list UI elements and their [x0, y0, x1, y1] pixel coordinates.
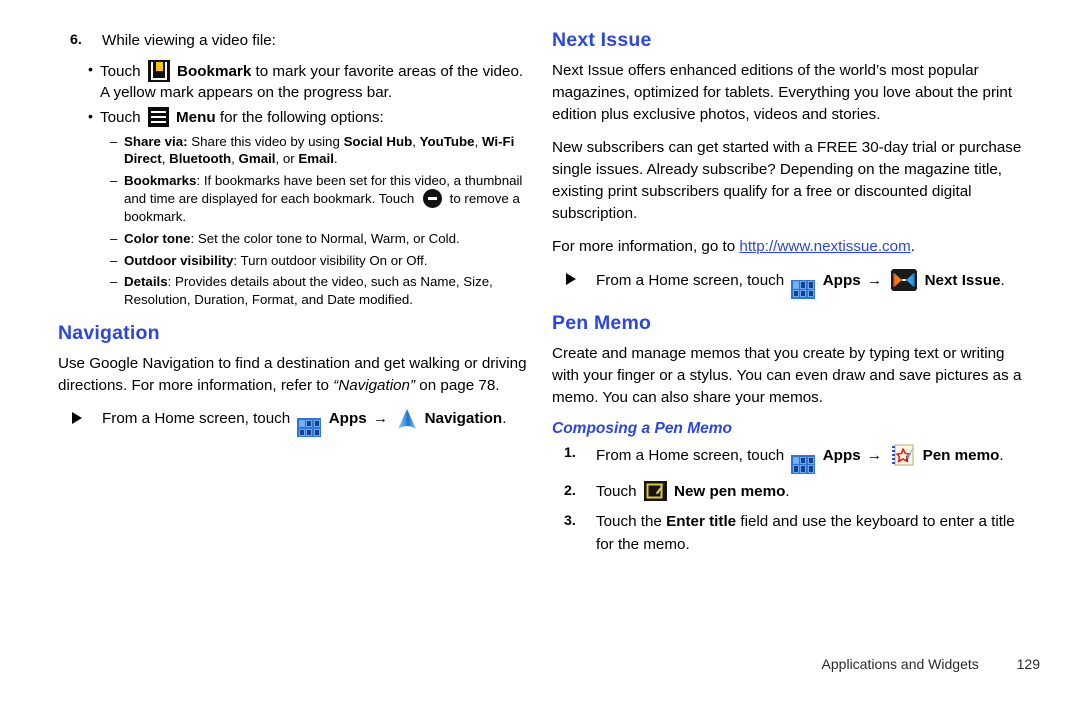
apps-label: Apps [822, 446, 861, 464]
share-item-bluetooth: Bluetooth [169, 151, 232, 167]
step-6-number: 6. [70, 32, 82, 48]
dash-marker: – [110, 274, 118, 290]
next-issue-paragraph-2: New subscribers can get started with a F… [552, 139, 1022, 222]
share-item-email: Email [298, 151, 334, 167]
arrow-separator: → [866, 271, 883, 289]
next-issue-paragraph-3: For more information, go to http://www.n… [552, 236, 1022, 258]
bullet-bookmark: • Touch Bookmark to mark your favorite a… [58, 59, 528, 104]
arrow-separator: → [372, 410, 389, 428]
option-color-tone-text: : Set the color tone to Normal, Warm, or… [190, 230, 460, 246]
dash-marker: – [110, 252, 118, 268]
arrow-marker-icon [566, 272, 576, 285]
navigation-instruction-period: . [502, 410, 507, 428]
bullet-menu: • Touch Menu for the following options: [58, 107, 528, 128]
next-issue-link-lead: For more information, go to [552, 237, 740, 255]
next-issue-link-tail: . [910, 237, 915, 255]
pen-memo-step-2-number: 2. [564, 483, 576, 500]
next-issue-app-label: Next Issue [924, 271, 1001, 289]
new-pen-memo-icon[interactable] [643, 481, 667, 502]
option-details-text: : Provides details about the video, such… [124, 274, 493, 308]
pen-memo-paragraph-1: Create and manage memos that you create … [552, 345, 1022, 407]
share-item-social-hub: Social Hub [343, 133, 413, 149]
next-issue-icon[interactable] [891, 268, 918, 291]
navigation-paragraph-part2: on page 78. [415, 377, 500, 395]
bullet-menu-rest: for the following options: [219, 109, 384, 127]
share-item-youtube: YouTube [419, 133, 475, 149]
footer-section-title: Applications and Widgets [821, 656, 979, 672]
navigation-paragraph-italic: “Navigation” [333, 377, 416, 395]
option-share-via: – Share via: Share this video by using S… [110, 133, 515, 167]
apps-grid-icon[interactable] [297, 418, 322, 438]
option-share-via-text: Share this video by using [191, 133, 340, 149]
menu-icon [147, 107, 169, 128]
bullet-dot: • [88, 60, 93, 77]
next-issue-paragraph-1: Next Issue offers enhanced editions of t… [552, 62, 1013, 124]
navigation-icon[interactable] [397, 408, 417, 430]
pen-memo-step-2-period: . [785, 483, 790, 501]
share-conjunction: or [282, 151, 295, 167]
option-details-label: Details [124, 274, 168, 290]
navigation-paragraph: Use Google Navigation to find a destinat… [58, 353, 528, 397]
option-details: – Details: Provides details about the vi… [58, 273, 528, 309]
option-color-tone: – Color tone: Set the color tone to Norm… [58, 230, 528, 248]
right-column: Next Issue Next Issue offers enhanced ed… [552, 29, 1022, 564]
share-item-gmail: Gmail [238, 151, 276, 167]
next-issue-instruction: From a Home screen, touch Apps → Next Is… [552, 268, 1022, 299]
pen-memo-step-1-period: . [999, 446, 1004, 464]
page-footer: Applications and Widgets 129 [0, 656, 1080, 672]
apps-grid-icon[interactable] [791, 455, 816, 475]
new-pen-memo-label: New pen memo [674, 483, 786, 501]
pen-memo-step-3-number: 3. [564, 513, 576, 530]
heading-navigation: Navigation [58, 321, 160, 344]
arrow-marker-icon [72, 412, 82, 425]
pen-memo-step-2: 2. Touch New pen memo. [552, 481, 1022, 504]
pen-memo-step-1-number: 1. [564, 444, 576, 461]
option-outdoor-visibility-label: Outdoor visibility [124, 252, 234, 268]
pen-memo-step-1: 1. From a Home screen, touch Apps → Pen … [552, 443, 1022, 475]
dash-marker: – [110, 133, 118, 149]
pen-memo-step-3: 3. Touch the Enter title field and use t… [552, 511, 1022, 557]
navigation-instruction-lead: From a Home screen, touch [102, 410, 291, 428]
bullet-bookmark-label: Bookmark [177, 62, 252, 80]
option-bookmarks-label: Bookmarks [124, 173, 197, 189]
option-outdoor-visibility-text: : Turn outdoor visibility On or Off. [233, 252, 428, 268]
subheading-composing-a-pen-memo: Composing a Pen Memo [552, 419, 732, 437]
option-color-tone-label: Color tone [124, 230, 191, 246]
pen-memo-step-3-text1: Touch the [596, 513, 667, 531]
pen-memo-icon[interactable] [891, 443, 915, 467]
heading-next-issue: Next Issue [552, 29, 652, 51]
next-issue-instruction-period: . [1000, 271, 1005, 289]
next-issue-instruction-lead: From a Home screen, touch [596, 271, 785, 289]
dash-marker: – [110, 230, 118, 246]
dash-marker: – [110, 173, 118, 189]
option-bookmarks: – Bookmarks: If bookmarks have been set … [58, 172, 528, 225]
option-outdoor-visibility: – Outdoor visibility: Turn outdoor visib… [58, 252, 528, 270]
bookmark-icon [147, 59, 170, 82]
left-column: 6. While viewing a video file: • Touch B… [58, 30, 528, 444]
navigation-app-label: Navigation [424, 410, 503, 428]
bullet-menu-lead: Touch [100, 109, 141, 127]
pen-memo-step-2-lead: Touch [596, 483, 637, 501]
nextissue-link[interactable]: http://www.nextissue.com [739, 238, 910, 255]
step-6-text: While viewing a video file: [102, 32, 276, 49]
option-share-via-label: Share via: [124, 133, 188, 149]
pen-memo-app-label: Pen memo [922, 446, 1000, 464]
pen-memo-step-1-lead: From a Home screen, touch [596, 446, 785, 464]
heading-pen-memo: Pen Memo [552, 311, 652, 334]
apps-label: Apps [822, 271, 861, 289]
remove-bookmark-icon [421, 189, 443, 209]
bullet-dot: • [88, 108, 93, 125]
step-6: 6. While viewing a video file: [58, 30, 528, 53]
footer-page-number: 129 [1016, 656, 1040, 672]
manual-page: 6. While viewing a video file: • Touch B… [0, 0, 1080, 720]
navigation-instruction: From a Home screen, touch Apps → Navigat… [58, 408, 528, 438]
apps-label: Apps [328, 410, 367, 428]
enter-title-field-label: Enter title [666, 513, 737, 531]
bullet-bookmark-lead: Touch [100, 62, 141, 80]
apps-grid-icon[interactable] [791, 279, 816, 299]
arrow-separator: → [866, 446, 883, 464]
bullet-menu-label: Menu [176, 109, 216, 127]
